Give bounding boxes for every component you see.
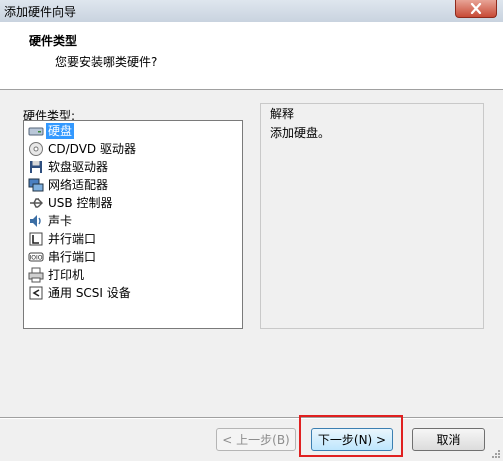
hardware-list-item-label: CD/DVD 驱动器 xyxy=(48,142,136,156)
hardware-list-item[interactable]: 打印机 xyxy=(28,266,86,284)
page-title: 硬件类型 xyxy=(29,34,78,48)
parallel-port-icon xyxy=(28,231,44,247)
resize-grip-icon[interactable] xyxy=(491,449,501,459)
hardware-list-item[interactable]: 声卡 xyxy=(28,212,74,230)
wizard-header: 硬件类型 您要安装哪类硬件? xyxy=(0,22,503,90)
window-title: 添加硬件向导 xyxy=(4,5,77,19)
close-button[interactable] xyxy=(455,0,497,18)
hardware-list-item-label: 声卡 xyxy=(48,214,73,228)
close-icon xyxy=(470,3,482,14)
svg-text:IOIO: IOIO xyxy=(30,255,43,262)
sound-icon xyxy=(28,213,44,229)
hardware-list-item-label: 并行端口 xyxy=(48,232,97,246)
explanation-text: 添加硬盘。 xyxy=(270,126,331,140)
hardware-type-list[interactable]: 硬盘 CD/DVD 驱动器 软盘驱动器网络适配器 USB 控制器 声卡并行端口 IOIO 串… xyxy=(23,120,243,329)
hardware-list-item[interactable]: 硬盘 xyxy=(28,122,75,140)
hardware-list-item-label: 串行端口 xyxy=(48,250,97,264)
hardware-list-item-label: 通用 SCSI 设备 xyxy=(48,286,131,300)
hardware-list-item-label: 硬盘 xyxy=(46,123,75,139)
next-button-highlight xyxy=(299,415,403,457)
explanation-group: 解释 添加硬盘。 xyxy=(260,103,484,329)
cd-dvd-icon xyxy=(28,141,44,157)
printer-icon xyxy=(28,267,44,283)
back-button[interactable]: < 上一步(B) xyxy=(216,428,296,451)
usb-icon xyxy=(28,195,44,211)
hard-disk-icon xyxy=(28,123,44,139)
divider xyxy=(0,417,503,419)
add-hardware-wizard-window: 添加硬件向导 硬件类型 您要安装哪类硬件? 硬件类型: 硬盘 CD/DVD 驱动器… xyxy=(0,0,503,461)
hardware-list-item[interactable]: CD/DVD 驱动器 xyxy=(28,140,138,158)
scsi-icon xyxy=(28,285,44,301)
page-subtitle: 您要安装哪类硬件? xyxy=(55,55,158,69)
cancel-button[interactable]: 取消 xyxy=(412,428,485,451)
explanation-title: 解释 xyxy=(270,107,295,121)
hardware-list-item[interactable]: 通用 SCSI 设备 xyxy=(28,284,133,302)
title-bar[interactable]: 添加硬件向导 xyxy=(0,0,503,22)
hardware-list-item[interactable]: 网络适配器 xyxy=(28,176,110,194)
hardware-list-item[interactable]: IOIO 串行端口 xyxy=(28,248,98,266)
floppy-icon xyxy=(28,159,44,175)
hardware-list-item-label: USB 控制器 xyxy=(48,196,113,210)
hardware-list-item[interactable]: 并行端口 xyxy=(28,230,98,248)
hardware-list-item-label: 打印机 xyxy=(48,268,85,282)
hardware-list-item[interactable]: USB 控制器 xyxy=(28,194,114,212)
hardware-list-item-label: 网络适配器 xyxy=(48,178,109,192)
hardware-list-item[interactable]: 软盘驱动器 xyxy=(28,158,110,176)
hardware-list-item-label: 软盘驱动器 xyxy=(48,160,109,174)
network-adapter-icon xyxy=(28,177,44,193)
serial-port-icon: IOIO xyxy=(28,249,44,265)
